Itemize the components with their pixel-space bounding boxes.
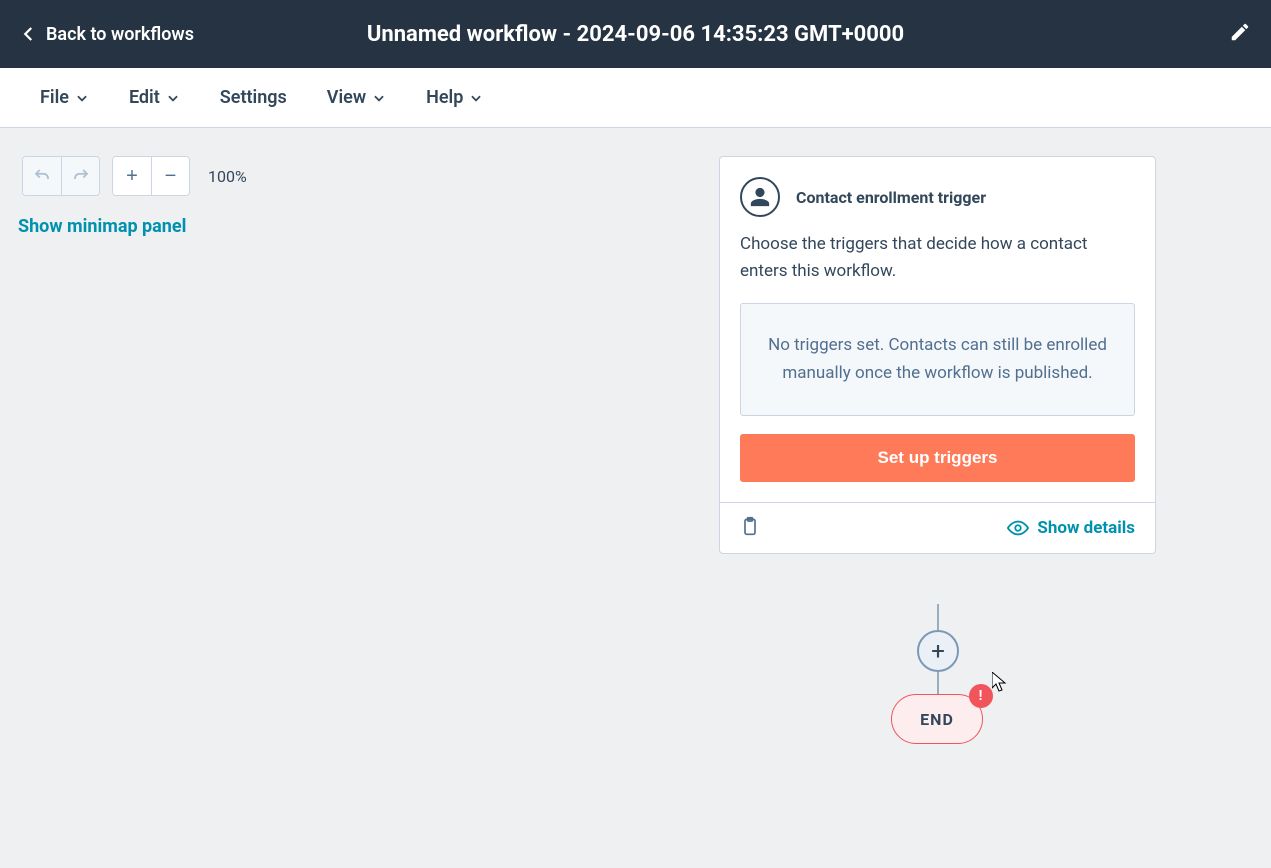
menu-bar: File Edit Settings View Help bbox=[0, 68, 1271, 128]
empty-triggers-message: No triggers set. Contacts can still be e… bbox=[740, 303, 1135, 415]
clipboard-icon bbox=[740, 515, 760, 537]
menu-settings[interactable]: Settings bbox=[220, 87, 287, 108]
plus-icon: + bbox=[931, 639, 945, 663]
history-group bbox=[22, 156, 100, 196]
card-title: Contact enrollment trigger bbox=[796, 188, 986, 207]
chevron-down-icon bbox=[166, 91, 180, 105]
end-node[interactable]: END ! bbox=[891, 694, 983, 744]
minus-icon: − bbox=[165, 165, 177, 188]
menu-edit-label: Edit bbox=[129, 87, 160, 108]
menu-view[interactable]: View bbox=[327, 87, 386, 108]
zoom-level: 100% bbox=[208, 167, 247, 186]
card-footer: Show details bbox=[720, 502, 1155, 553]
enrollment-trigger-card[interactable]: Contact enrollment trigger Choose the tr… bbox=[719, 156, 1156, 554]
clipboard-button[interactable] bbox=[740, 515, 760, 541]
back-label: Back to workflows bbox=[46, 24, 194, 45]
chevron-down-icon bbox=[75, 91, 89, 105]
menu-help-label: Help bbox=[426, 87, 463, 108]
top-bar: Back to workflows Unnamed workflow - 202… bbox=[0, 0, 1271, 68]
connector-line bbox=[937, 672, 939, 694]
menu-view-label: View bbox=[327, 87, 366, 108]
redo-button[interactable] bbox=[61, 157, 99, 195]
menu-edit[interactable]: Edit bbox=[129, 87, 180, 108]
redo-icon bbox=[72, 167, 90, 185]
canvas-toolbar: + − 100% bbox=[22, 156, 247, 196]
card-body: Contact enrollment trigger Choose the tr… bbox=[720, 157, 1155, 502]
zoom-out-button[interactable]: − bbox=[151, 157, 189, 195]
plus-icon: + bbox=[126, 165, 138, 188]
edit-title-button[interactable] bbox=[1229, 21, 1251, 47]
mouse-cursor-icon bbox=[992, 672, 1008, 692]
setup-triggers-button[interactable]: Set up triggers bbox=[740, 434, 1135, 482]
alert-badge: ! bbox=[969, 684, 993, 708]
show-minimap-link[interactable]: Show minimap panel bbox=[18, 216, 186, 237]
menu-file[interactable]: File bbox=[40, 87, 89, 108]
chevron-down-icon bbox=[469, 91, 483, 105]
pencil-icon bbox=[1229, 21, 1251, 43]
eye-icon bbox=[1007, 517, 1029, 539]
card-description: Choose the triggers that decide how a co… bbox=[740, 231, 1135, 285]
add-action-button[interactable]: + bbox=[917, 630, 959, 672]
workflow-title: Unnamed workflow - 2024-09-06 14:35:23 G… bbox=[367, 22, 904, 47]
contact-icon bbox=[740, 177, 780, 217]
end-label: END bbox=[920, 710, 954, 729]
card-header: Contact enrollment trigger bbox=[740, 177, 1135, 217]
zoom-group: + − bbox=[112, 156, 190, 196]
chevron-down-icon bbox=[372, 91, 386, 105]
back-to-workflows-link[interactable]: Back to workflows bbox=[20, 24, 194, 45]
show-details-label: Show details bbox=[1037, 518, 1135, 538]
show-details-link[interactable]: Show details bbox=[1007, 517, 1135, 539]
zoom-in-button[interactable]: + bbox=[113, 157, 151, 195]
undo-button[interactable] bbox=[23, 157, 61, 195]
chevron-left-icon bbox=[20, 25, 38, 43]
menu-file-label: File bbox=[40, 87, 69, 108]
workflow-canvas[interactable]: + − 100% Show minimap panel Contact enro… bbox=[0, 128, 1271, 868]
undo-icon bbox=[33, 167, 51, 185]
menu-help[interactable]: Help bbox=[426, 87, 483, 108]
connector-line bbox=[937, 604, 939, 630]
menu-settings-label: Settings bbox=[220, 87, 287, 108]
